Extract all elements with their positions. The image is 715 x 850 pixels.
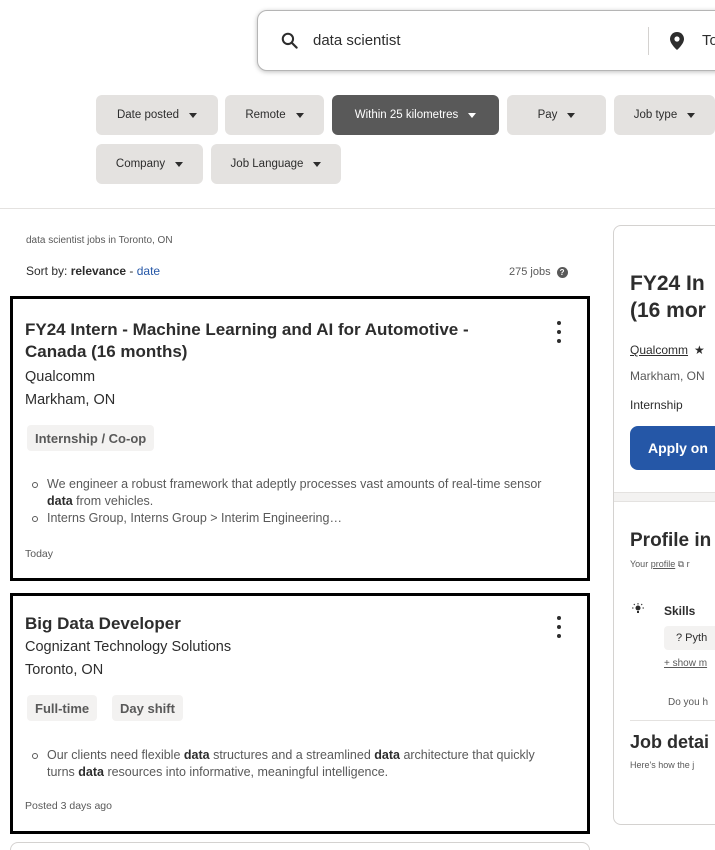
show-more-link[interactable]: + show m [664, 658, 707, 669]
caret-down-icon [687, 112, 696, 118]
filter-pay[interactable]: Pay [507, 95, 606, 135]
location-pin-icon [670, 31, 684, 50]
what-field[interactable]: data scientist [280, 11, 401, 70]
panel-divider [630, 720, 715, 721]
external-link-icon: ⧉ [675, 559, 685, 569]
filter-label: Pay [537, 109, 558, 121]
job-location: Markham, ON [25, 392, 116, 408]
job-title[interactable]: FY24 Intern - Machine Learning and AI fo… [25, 319, 505, 363]
sort-control: Sort by: relevance - date [26, 264, 160, 278]
job-count-text: 275 jobs [509, 266, 551, 278]
detail-title: FY24 In (16 mor [630, 270, 715, 324]
sort-prefix: Sort by: [26, 264, 71, 278]
job-count: 275 jobs ? [509, 266, 568, 278]
results-breadcrumb: data scientist jobs in Toronto, ON [26, 235, 173, 246]
sort-relevance: relevance [70, 264, 127, 278]
detail-job-type: Internship [630, 398, 683, 412]
profile-insights-sub: Your profile ⧉ r [630, 559, 690, 570]
filter-label: Remote [245, 109, 286, 121]
where-input[interactable]: To [702, 32, 715, 49]
panel-separator [614, 492, 715, 502]
kebab-menu-icon[interactable] [551, 321, 567, 343]
sort-separator: - [126, 264, 137, 278]
posted-date: Posted 3 days ago [25, 800, 112, 812]
detail-title-line: FY24 In [630, 272, 705, 295]
profile-insights-heading: Profile in [630, 530, 712, 551]
job-card[interactable]: Big Data Developer Cognizant Technology … [10, 593, 590, 834]
apply-button[interactable]: Apply on [630, 426, 715, 470]
profile-sub-suffix: r [684, 559, 690, 569]
company-name: Qualcomm [25, 369, 96, 385]
profile-link[interactable]: profile [651, 559, 676, 569]
search-divider [648, 27, 649, 55]
detail-company[interactable]: Qualcomm [630, 343, 688, 357]
caret-down-icon [295, 112, 304, 118]
filter-job-language[interactable]: Job Language [211, 144, 341, 184]
snippet-line: Our clients need flexible data structure… [27, 747, 547, 781]
kebab-menu-icon[interactable] [551, 616, 567, 638]
detail-location: Markham, ON [630, 369, 705, 383]
job-card-partial[interactable] [10, 842, 590, 850]
sort-date-link[interactable]: date [137, 264, 160, 278]
job-title[interactable]: Big Data Developer [25, 613, 505, 635]
filter-company[interactable]: Company [96, 144, 203, 184]
help-circle-icon[interactable]: ? [556, 266, 568, 278]
job-location: Toronto, ON [25, 662, 104, 678]
caret-down-icon [175, 161, 184, 167]
job-card[interactable]: FY24 Intern - Machine Learning and AI fo… [10, 296, 590, 581]
skills-question: Do you h [668, 697, 709, 708]
job-details-heading: Job detai [630, 732, 710, 752]
filter-label: Date posted [116, 109, 179, 121]
company-name: Cognizant Technology Solutions [25, 639, 232, 655]
filter-label: Company [115, 158, 166, 170]
skill-chip[interactable]: ? Pyth [664, 626, 715, 650]
job-type-tag: Full-time [27, 695, 98, 721]
caret-down-icon [189, 112, 197, 118]
what-input[interactable]: data scientist [313, 32, 401, 49]
filter-label: Job Language [230, 158, 304, 170]
filter-remote[interactable]: Remote [225, 95, 324, 135]
snippet-line: Interns Group, Interns Group > Interim E… [27, 510, 547, 527]
caret-down-icon [567, 112, 576, 118]
skills-label: Skills [664, 604, 696, 618]
where-field[interactable]: To [670, 11, 715, 70]
shift-tag: Day shift [112, 695, 183, 721]
job-detail-panel: FY24 In (16 mor Qualcomm ★ Markham, ON In… [613, 225, 715, 825]
job-snippet: We engineer a robust framework that adep… [27, 476, 547, 527]
search-bar: data scientist To [257, 10, 715, 71]
filter-label: Job type [633, 109, 678, 121]
job-snippet: Our clients need flexible data structure… [27, 747, 547, 781]
snippet-line: We engineer a robust framework that adep… [27, 476, 547, 510]
job-type-tag: Internship / Co-op [27, 425, 155, 451]
search-icon [281, 32, 298, 49]
filter-job-type[interactable]: Job type [614, 95, 715, 135]
detail-title-line: (16 mor [630, 299, 706, 322]
star-icon: ★ [694, 343, 705, 357]
job-details-sub: Here's how the j [630, 760, 695, 770]
filter-date-posted[interactable]: Date posted [96, 95, 218, 135]
profile-sub-prefix: Your [630, 559, 651, 569]
section-divider [0, 208, 715, 209]
caret-down-icon [313, 161, 322, 167]
lightbulb-icon [632, 603, 644, 613]
detail-company-link[interactable]: Qualcomm ★ [630, 343, 705, 357]
filter-distance[interactable]: Within 25 kilometres [332, 95, 499, 135]
posted-date: Today [25, 548, 54, 560]
caret-down-icon [468, 112, 477, 118]
filter-label: Within 25 kilometres [354, 109, 459, 121]
